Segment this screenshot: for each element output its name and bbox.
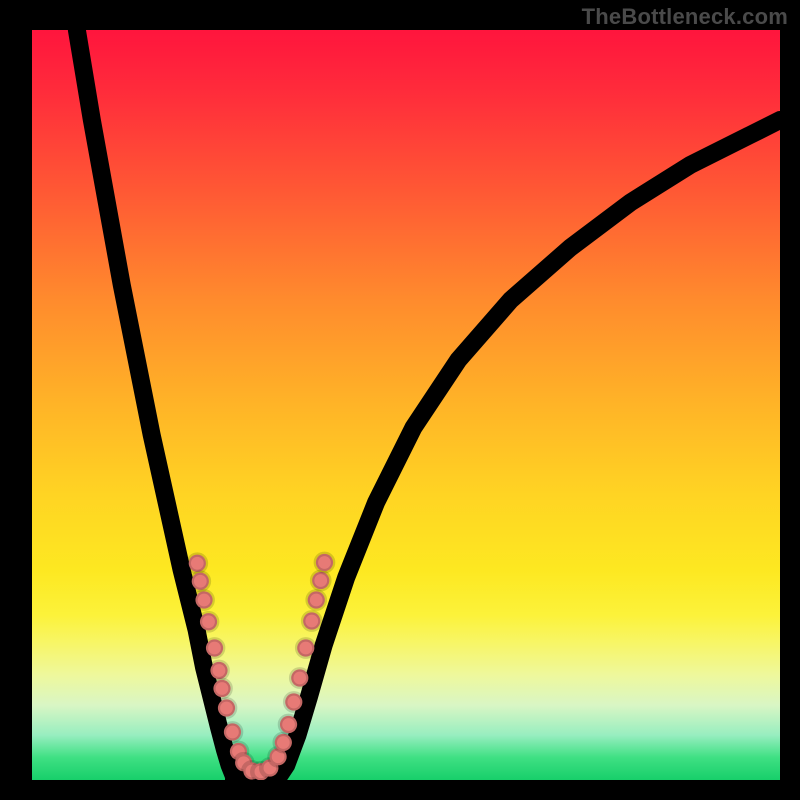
bead-point xyxy=(312,572,329,589)
bead-point xyxy=(210,662,227,679)
bead-point xyxy=(291,669,308,686)
bead-point xyxy=(206,639,223,656)
bead-point xyxy=(280,716,297,733)
bead-point xyxy=(189,555,206,572)
bottleneck-curve xyxy=(77,30,780,779)
bead-point xyxy=(195,591,212,608)
bead-point xyxy=(303,612,320,629)
bead-point xyxy=(308,591,325,608)
watermark-label: TheBottleneck.com xyxy=(582,4,788,30)
bead-point xyxy=(297,639,314,656)
plot-area xyxy=(32,30,780,780)
bead-point xyxy=(316,554,333,571)
bead-point xyxy=(218,699,235,716)
bead-point xyxy=(224,723,241,740)
bead-point xyxy=(213,680,230,697)
chart-frame: TheBottleneck.com xyxy=(0,0,800,800)
bead-point xyxy=(285,693,302,710)
bead-point xyxy=(200,613,217,630)
curve-layer xyxy=(32,30,780,780)
bead-point xyxy=(192,573,209,590)
bead-point xyxy=(275,734,292,751)
